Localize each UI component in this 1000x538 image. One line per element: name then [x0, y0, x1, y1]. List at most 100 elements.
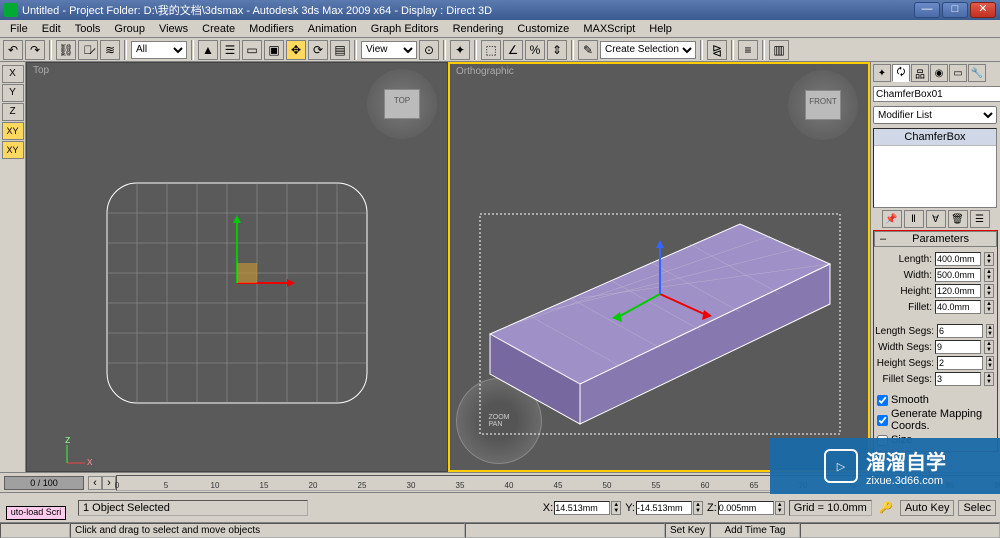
menu-create[interactable]: Create [196, 22, 241, 35]
menu-grapheditors[interactable]: Graph Editors [365, 22, 445, 35]
selection-filter-dropdown[interactable]: All [131, 41, 187, 59]
add-time-tag-button[interactable]: Add Time Tag [710, 523, 800, 538]
menu-customize[interactable]: Customize [511, 22, 575, 35]
stack-item-chamferbox[interactable]: ChamferBox [874, 129, 996, 146]
watermark: ▷ 溜溜自学 zixue.3d66.com [770, 438, 1000, 494]
tab-create[interactable]: ✦ [873, 64, 891, 82]
manipulate-button[interactable]: ✦ [450, 40, 470, 60]
coord-y-input[interactable] [636, 501, 692, 515]
heightsegs-spinner[interactable]: ▲▼ [986, 356, 994, 370]
length-spinner[interactable]: ▲▼ [984, 252, 994, 266]
configure-sets-button[interactable]: ☰ [970, 210, 990, 228]
undo-button[interactable]: ↶ [3, 40, 23, 60]
angle-snap-button[interactable]: ∠ [503, 40, 523, 60]
axis-z-button[interactable]: Z [2, 103, 24, 121]
menu-tools[interactable]: Tools [69, 22, 107, 35]
lengthsegs-spinner[interactable]: ▲▼ [986, 324, 994, 338]
fillet-spinner[interactable]: ▲▼ [984, 300, 994, 314]
menu-maxscript[interactable]: MAXScript [577, 22, 641, 35]
viewport-orthographic[interactable]: Orthographic FRONT ZOOMPAN [448, 62, 870, 472]
align-button[interactable]: ≡ [738, 40, 758, 60]
layers-button[interactable]: ▥ [769, 40, 789, 60]
select-rotate-button[interactable]: ⟳ [308, 40, 328, 60]
height-spinner[interactable]: ▲▼ [984, 284, 994, 298]
link-button[interactable]: ⛓ [56, 40, 76, 60]
minimize-button[interactable]: — [914, 2, 940, 18]
menu-edit[interactable]: Edit [36, 22, 67, 35]
lock-icon[interactable]: 🔑 [876, 501, 896, 514]
coord-x-input[interactable] [554, 501, 610, 515]
show-end-result-button[interactable]: Ⅱ [904, 210, 924, 228]
maximize-button[interactable]: □ [942, 2, 968, 18]
menu-file[interactable]: File [4, 22, 34, 35]
tab-motion[interactable]: ◉ [930, 64, 948, 82]
menu-views[interactable]: Views [153, 22, 194, 35]
pin-stack-button[interactable]: 📌 [882, 210, 902, 228]
width-input[interactable] [935, 268, 981, 282]
redo-button[interactable]: ↷ [25, 40, 45, 60]
width-spinner[interactable]: ▲▼ [984, 268, 994, 282]
remove-modifier-button[interactable]: 🗑 [948, 210, 968, 228]
coord-z-input[interactable] [718, 501, 774, 515]
window-crossing-button[interactable]: ▣ [264, 40, 284, 60]
height-input[interactable] [935, 284, 981, 298]
viewport-top[interactable]: Top TOP x z [26, 62, 448, 472]
filletsegs-spinner[interactable]: ▲▼ [984, 372, 994, 386]
pivot-center-button[interactable]: ⊙ [419, 40, 439, 60]
axis-y-button[interactable]: Y [2, 84, 24, 102]
tick: 65 [750, 481, 759, 490]
mapcoords-checkbox[interactable] [877, 415, 888, 426]
select-region-button[interactable]: ▭ [242, 40, 262, 60]
named-selection-edit-button[interactable]: ✎ [578, 40, 598, 60]
menu-help[interactable]: Help [643, 22, 678, 35]
length-input[interactable] [935, 252, 981, 266]
axis-xy-button[interactable]: XY [2, 122, 24, 140]
named-selection-dropdown[interactable]: Create Selection Set [600, 41, 696, 59]
reference-coord-dropdown[interactable]: View [361, 41, 417, 59]
prompt-bar: Click and drag to select and move object… [0, 522, 1000, 538]
modifier-stack[interactable]: ChamferBox [873, 128, 997, 208]
tab-display[interactable]: ▭ [949, 64, 967, 82]
modifier-list-dropdown[interactable]: Modifier List [873, 106, 997, 124]
make-unique-button[interactable]: ∀ [926, 210, 946, 228]
bind-spacewarp-button[interactable]: ≋ [100, 40, 120, 60]
filletsegs-input[interactable] [935, 372, 981, 386]
object-name-input[interactable] [873, 86, 1000, 102]
fillet-input[interactable] [935, 300, 981, 314]
autokey-button[interactable]: Auto Key [900, 500, 955, 516]
parameters-rollout-header[interactable]: –Parameters [874, 231, 997, 247]
tab-modify[interactable]: 🗘 [892, 64, 910, 82]
prev-key-button[interactable]: ‹ [88, 476, 102, 490]
menu-modifiers[interactable]: Modifiers [243, 22, 300, 35]
unlink-button[interactable]: ⛓̷ [78, 40, 98, 60]
width-label: Width: [904, 270, 932, 281]
maxscript-listener[interactable]: uto-load Scri [6, 506, 66, 520]
menu-rendering[interactable]: Rendering [447, 22, 510, 35]
tab-utilities[interactable]: 🔧 [968, 64, 986, 82]
menu-animation[interactable]: Animation [302, 22, 363, 35]
select-scale-button[interactable]: ▤ [330, 40, 350, 60]
lengthsegs-input[interactable] [937, 324, 983, 338]
mirror-button[interactable]: ⧎ [707, 40, 727, 60]
tab-hierarchy[interactable]: 品 [911, 64, 929, 82]
close-button[interactable]: ✕ [970, 2, 996, 18]
smooth-checkbox[interactable] [877, 395, 888, 406]
widthsegs-input[interactable] [935, 340, 981, 354]
coord-y-spinner[interactable]: ▲▼ [693, 501, 703, 515]
menu-group[interactable]: Group [108, 22, 151, 35]
select-by-name-button[interactable]: ☰ [220, 40, 240, 60]
setkey-button[interactable]: Set Key [665, 523, 710, 538]
selec-button[interactable]: Selec [958, 500, 996, 516]
percent-snap-button[interactable]: % [525, 40, 545, 60]
coord-x-spinner[interactable]: ▲▼ [611, 501, 621, 515]
heightsegs-input[interactable] [937, 356, 983, 370]
select-button[interactable]: ▲ [198, 40, 218, 60]
widthsegs-spinner[interactable]: ▲▼ [984, 340, 994, 354]
spinner-snap-button[interactable]: ⇕ [547, 40, 567, 60]
axis-x-button[interactable]: X [2, 65, 24, 83]
time-slider-handle[interactable]: 0 / 100 [4, 476, 84, 490]
axis-xy2-button[interactable]: XY [2, 141, 24, 159]
snaps-toggle-button[interactable]: ⬚ [481, 40, 501, 60]
select-move-button[interactable]: ✥ [286, 40, 306, 60]
coord-z-spinner[interactable]: ▲▼ [775, 501, 785, 515]
